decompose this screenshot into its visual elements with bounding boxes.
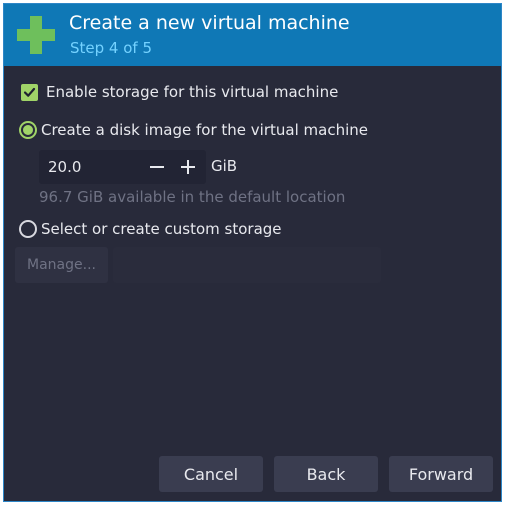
back-button[interactable]: Back [274, 456, 378, 492]
manage-button[interactable]: Manage... [15, 247, 108, 283]
enable-storage-label: Enable storage for this virtual machine [46, 83, 339, 101]
plus-icon[interactable] [179, 158, 197, 176]
radio-selected-dot [23, 125, 33, 135]
minus-icon[interactable] [148, 158, 166, 176]
disk-size-value[interactable]: 20.0 [48, 158, 81, 176]
wizard-header: Create a new virtual machine Step 4 of 5 [4, 4, 501, 66]
forward-button[interactable]: Forward [389, 456, 493, 492]
create-disk-image-radio[interactable] [19, 121, 37, 139]
enable-storage-checkbox[interactable] [21, 83, 38, 101]
disk-size-spinbutton[interactable]: 20.0 [39, 150, 206, 184]
new-vm-dialog: Create a new virtual machine Step 4 of 5… [3, 3, 502, 502]
available-space-hint: 96.7 GiB available in the default locati… [39, 188, 346, 206]
checkmark-icon [23, 87, 36, 97]
custom-storage-path-field[interactable] [113, 247, 381, 283]
custom-storage-option[interactable]: Select or create custom storage [19, 220, 282, 238]
wizard-step-indicator: Step 4 of 5 [70, 39, 153, 57]
cancel-button[interactable]: Cancel [159, 456, 263, 492]
disk-size-unit: GiB [211, 157, 238, 175]
enable-storage-row[interactable]: Enable storage for this virtual machine [21, 83, 338, 101]
custom-storage-label: Select or create custom storage [41, 220, 282, 238]
create-disk-image-label: Create a disk image for the virtual mach… [41, 121, 368, 139]
plus-icon [17, 16, 55, 54]
custom-storage-radio[interactable] [19, 220, 37, 238]
wizard-title: Create a new virtual machine [69, 12, 350, 34]
create-disk-image-option[interactable]: Create a disk image for the virtual mach… [19, 121, 368, 139]
